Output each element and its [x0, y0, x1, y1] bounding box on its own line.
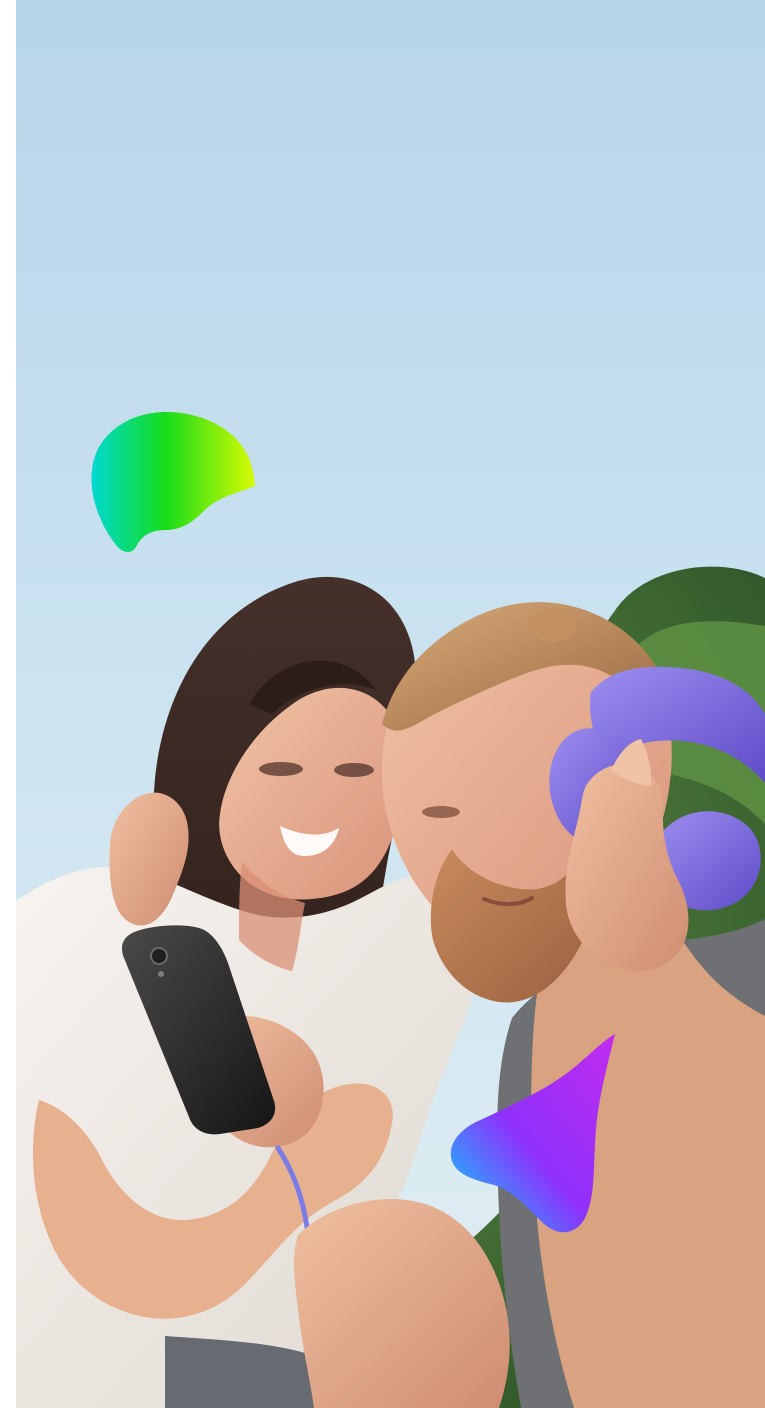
- background-photo: [16, 0, 765, 1408]
- phone-sensor: [158, 971, 164, 977]
- phone-camera: [150, 947, 168, 965]
- woman-left-eye: [259, 762, 303, 776]
- woman-right-eye: [334, 763, 374, 777]
- man-hair-bun: [528, 608, 576, 642]
- man-eye: [422, 806, 460, 818]
- left-border: [0, 0, 16, 1408]
- onboarding-screen: [0, 0, 765, 1408]
- photo-illustration: [16, 0, 765, 1408]
